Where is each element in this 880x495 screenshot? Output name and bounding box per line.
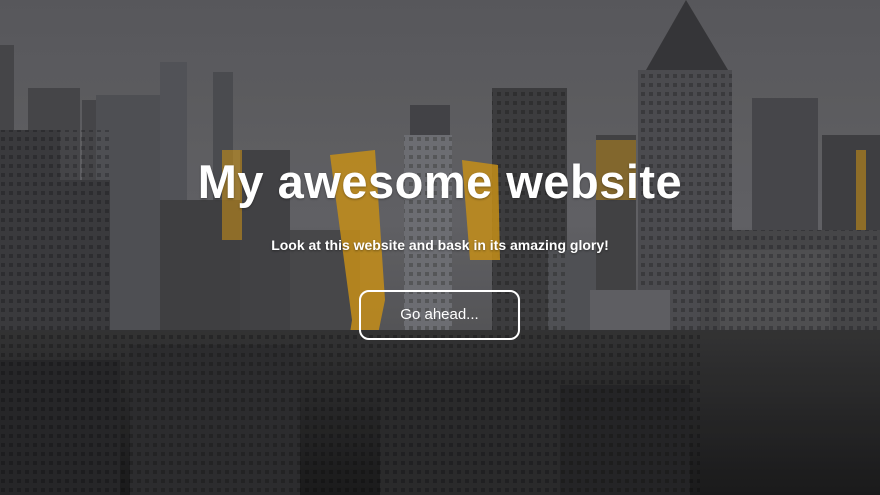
hero-section: My awesome website Look at this website … bbox=[0, 0, 880, 495]
page-title: My awesome website bbox=[197, 155, 683, 208]
hero-content: My awesome website Look at this website … bbox=[0, 0, 880, 495]
page-subtitle: Look at this website and bask in its ama… bbox=[271, 237, 609, 253]
go-ahead-button[interactable]: Go ahead... bbox=[359, 290, 520, 340]
